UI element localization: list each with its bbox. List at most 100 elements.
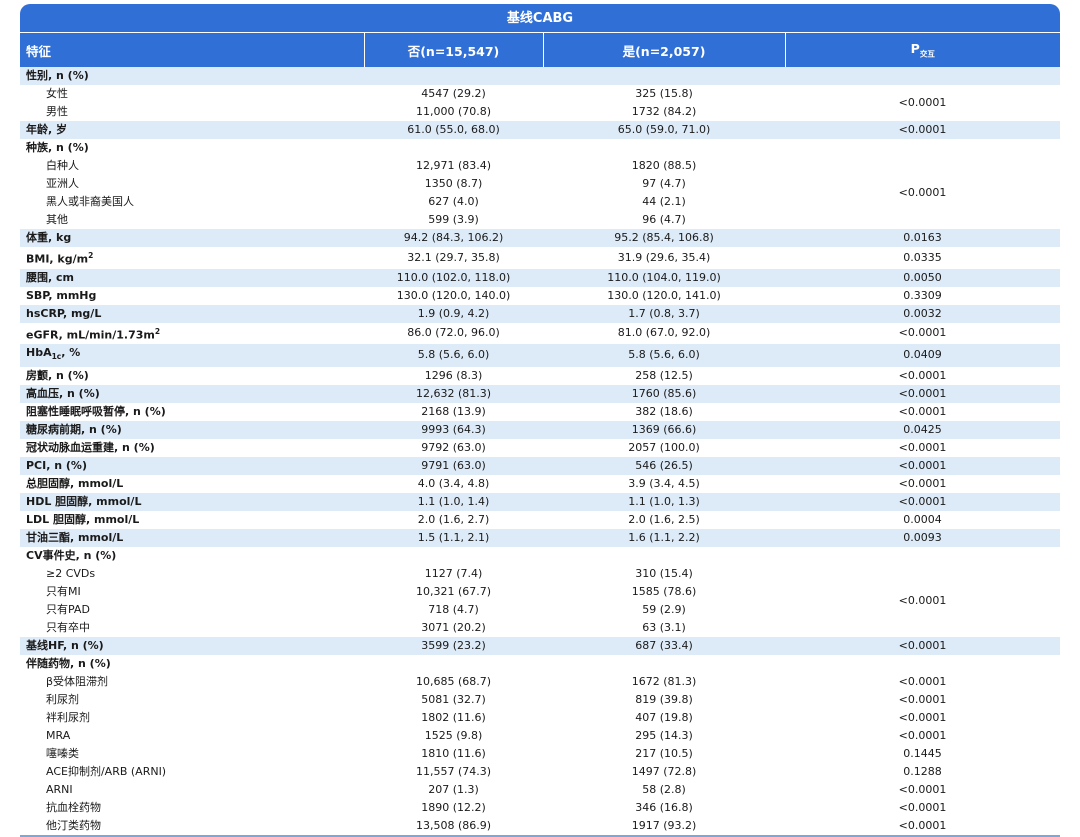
value-no: 1350 (8.7) — [424, 177, 483, 190]
value-yes: 687 (33.4) — [543, 636, 785, 655]
value-yes: 1.1 (1.0, 1.3) — [543, 492, 785, 511]
row-label: 基线HF, n (%) — [20, 636, 364, 655]
table-row: 伴随药物, n (%) — [20, 655, 1060, 673]
baseline-table: 特征 否(n=15,547) 是(n=2,057) P交互 性别, n (%) 女… — [20, 32, 1060, 835]
value-yes: 819 (39.8) — [635, 692, 693, 706]
row-label: hsCRP, mg/L — [20, 304, 364, 323]
value-no: 61.0 (55.0, 68.0) — [364, 121, 543, 139]
value-no: 86.0 (72.0, 96.0) — [407, 326, 500, 340]
value-p: <0.0001 — [785, 636, 1060, 655]
value-p — [785, 67, 1060, 85]
value-yes: 58 (2.8) — [642, 782, 686, 796]
row-label: 亚洲人 — [46, 177, 79, 190]
value-p: <0.0001 — [898, 728, 947, 742]
table-row: hsCRP, mg/L 1.9 (0.9, 4.2) 1.7 (0.8, 3.7) 0… — [20, 304, 1060, 323]
value-yes: 63 (3.1) — [642, 620, 686, 634]
row-label: HbA1c, % — [20, 344, 364, 367]
value-yes: 2.0 (1.6, 2.5) — [628, 512, 700, 526]
table-container: 基线CABG 特征 否(n=15,547) 是(n=2,057) P交互 性别,… — [20, 4, 1060, 837]
value-yes: 310 (15.4) — [635, 566, 693, 580]
value-p: <0.0001 — [785, 384, 1060, 403]
table-row: ARNI 207 (1.3) 58 (2.8) <0.0001 — [20, 781, 1060, 799]
value-yes — [543, 655, 785, 673]
table-banner: 基线CABG — [20, 4, 1060, 32]
table-row: ACE抑制剂/ARB (ARNI) 11,557 (74.3) 1497 (72.8… — [20, 763, 1060, 781]
value-p: <0.0001 — [898, 440, 947, 454]
value-no: 2168 (13.9) — [421, 404, 486, 418]
table-row: 种族, n (%) — [20, 139, 1060, 157]
value-no: 110.0 (102.0, 118.0) — [364, 268, 543, 287]
row-label: 性别, n (%) — [20, 67, 364, 85]
value-yes: 1.7 (0.8, 3.7) — [543, 304, 785, 323]
value-p: <0.0001 — [785, 157, 1060, 229]
table-row: 噻嗪类 1810 (11.6) 217 (10.5) 0.1445 — [20, 745, 1060, 763]
value-no: 9791 (63.0) — [364, 456, 543, 475]
row-label: 男性 — [46, 105, 68, 118]
row-label: 高血压, n (%) — [20, 384, 364, 403]
row-label: ACE抑制剂/ARB (ARNI) — [46, 764, 167, 778]
row-label: 噻嗪类 — [46, 746, 79, 760]
header-p-sub: 交互 — [919, 49, 935, 59]
value-no: 1810 (11.6) — [421, 746, 486, 760]
row-label: 冠状动脉血运重建, n (%) — [26, 440, 155, 454]
value-p: 0.1288 — [903, 764, 942, 778]
table-row: eGFR, mL/min/1.73m2 86.0 (72.0, 96.0) 81.0… — [20, 323, 1060, 345]
table-row: 甘油三酯, mmol/L 1.5 (1.1, 2.1) 1.6 (1.1, 2.2)… — [20, 528, 1060, 547]
row-label: SBP, mmHg — [26, 288, 97, 302]
value-yes: 1369 (66.6) — [543, 420, 785, 439]
row-label: BMI, kg/m2 — [26, 251, 94, 266]
table-row: 腰围, cm 110.0 (102.0, 118.0) 110.0 (104.0, … — [20, 268, 1060, 287]
row-label: PCI, n (%) — [20, 456, 364, 475]
value-no: 11,557 (74.3) — [415, 764, 492, 778]
value-no: 1127 (7.4) — [424, 566, 483, 580]
value-yes: 546 (26.5) — [543, 456, 785, 475]
value-yes: 5.8 (5.6, 6.0) — [543, 344, 785, 367]
value-yes: 407 (19.8) — [635, 710, 693, 724]
table-row: HDL 胆固醇, mmol/L 1.1 (1.0, 1.4) 1.1 (1.0, 1… — [20, 492, 1060, 511]
value-yes: 96 (4.7) — [642, 213, 686, 226]
value-yes: 97 (4.7) — [642, 177, 686, 190]
value-no: 9993 (64.3) — [364, 420, 543, 439]
table-row: ≥2 CVDs 1127 (7.4) 310 (15.4) <0.0001 — [20, 564, 1060, 637]
value-no: 130.0 (120.0, 140.0) — [396, 288, 511, 302]
table-row: PCI, n (%) 9791 (63.0) 546 (26.5) <0.0001 — [20, 456, 1060, 475]
value-p: <0.0001 — [898, 476, 947, 490]
value-no: 11,000 (70.8) — [415, 105, 492, 118]
table-row: 抗血栓药物 1890 (12.2) 346 (16.8) <0.0001 — [20, 799, 1060, 817]
value-no: 10,685 (68.7) — [415, 674, 492, 688]
row-label: ≥2 CVDs — [46, 566, 96, 580]
value-p: <0.0001 — [785, 564, 1060, 637]
value-yes: 1820 (88.5) — [631, 159, 697, 172]
value-p — [785, 547, 1060, 565]
value-yes: 2057 (100.0) — [628, 440, 700, 454]
row-label: 伴随药物, n (%) — [26, 656, 111, 670]
row-label: β受体阻滞剂 — [46, 674, 109, 688]
value-yes: 3.9 (3.4, 4.5) — [628, 476, 700, 490]
value-yes: 1917 (93.2) — [631, 818, 697, 832]
table-row: BMI, kg/m2 32.1 (29.7, 35.8) 31.9 (29.6, 3… — [20, 247, 1060, 269]
value-no: 1802 (11.6) — [421, 710, 486, 724]
value-no: 4547 (29.2) — [421, 87, 486, 100]
value-no: 207 (1.3) — [428, 782, 479, 796]
table-row: SBP, mmHg 130.0 (120.0, 140.0) 130.0 (120.… — [20, 287, 1060, 305]
header-no: 否(n=15,547) — [363, 32, 543, 67]
value-no — [364, 139, 543, 157]
value-no: 9792 (63.0) — [421, 440, 486, 454]
table-row: CV事件史, n (%) — [20, 547, 1060, 565]
table-row: 白种人 12,971 (83.4) 1820 (88.5) <0.0001 — [20, 157, 1060, 229]
value-p: <0.0001 — [898, 782, 947, 796]
value-p: 0.1445 — [903, 746, 942, 760]
value-yes: 44 (2.1) — [642, 195, 686, 208]
header-row: 特征 否(n=15,547) 是(n=2,057) P交互 — [20, 32, 1060, 67]
value-no: 3071 (20.2) — [421, 620, 486, 634]
table-row: 女性 4547 (29.2) 325 (15.8) <0.0001 — [20, 85, 1060, 121]
table-row: 体重, kg 94.2 (84.3, 106.2) 95.2 (85.4, 106.… — [20, 229, 1060, 247]
value-no: 12,632 (81.3) — [364, 384, 543, 403]
row-label: 体重, kg — [20, 229, 364, 247]
value-yes: 217 (10.5) — [635, 746, 693, 760]
value-p: 0.0032 — [785, 304, 1060, 323]
value-yes: 346 (16.8) — [635, 800, 693, 814]
value-yes: 382 (18.6) — [635, 404, 693, 418]
row-label: 甘油三酯, mmol/L — [20, 528, 364, 547]
row-label: 阻塞性睡眠呼吸暂停, n (%) — [26, 404, 166, 418]
